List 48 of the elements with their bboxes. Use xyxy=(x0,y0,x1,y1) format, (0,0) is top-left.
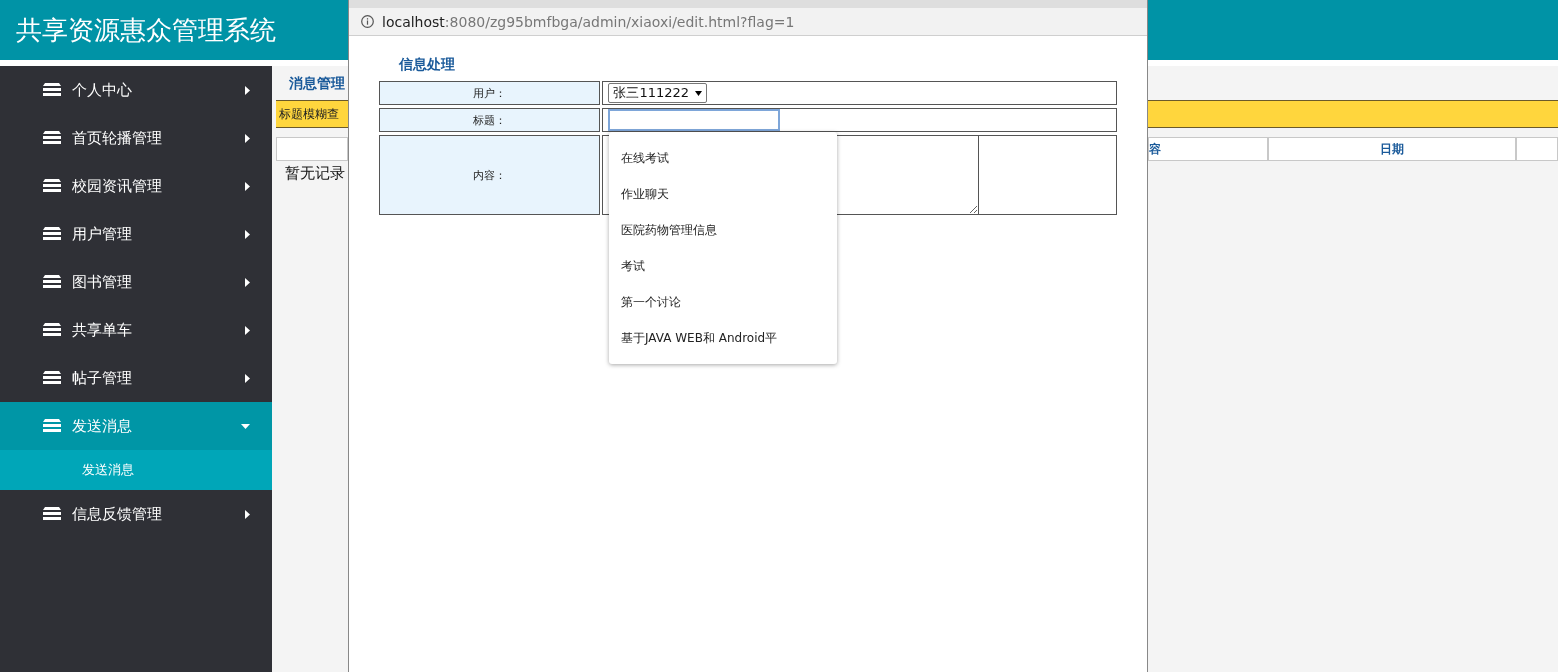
autocomplete-option[interactable]: 在线考试 xyxy=(609,140,837,176)
sidebar-item[interactable]: 共享单车 xyxy=(0,306,272,354)
caret-right-icon xyxy=(245,325,250,335)
caret-right-icon xyxy=(245,85,250,95)
form-heading: 信息处理 xyxy=(398,56,456,74)
stack-icon xyxy=(42,507,62,521)
stack-icon xyxy=(42,227,62,241)
field-label: 用户： xyxy=(379,81,601,105)
autocomplete-option[interactable]: 基于JAVA WEB和 Android平 xyxy=(609,320,837,356)
sidebar-item[interactable]: 信息反馈管理 xyxy=(0,490,272,538)
caret-right-icon xyxy=(245,133,250,143)
sidebar-item[interactable]: 个人中心 xyxy=(0,66,272,114)
caret-right-icon xyxy=(245,229,250,239)
autocomplete-option[interactable]: 考试 xyxy=(609,248,837,284)
sidebar-item[interactable]: 校园资讯管理 xyxy=(0,162,272,210)
sidebar-item[interactable]: 首页轮播管理 xyxy=(0,114,272,162)
info-icon xyxy=(361,15,374,28)
autocomplete-option[interactable]: 第一个讨论 xyxy=(609,284,837,320)
field-label: 标题： xyxy=(379,108,601,132)
section-title: 消息管理 xyxy=(288,74,345,93)
search-label: 标题模糊查 xyxy=(279,105,339,123)
stack-icon xyxy=(42,275,62,289)
url-text: localhost:8080/zg95bmfbga/admin/xiaoxi/edit.html?flag=1 xyxy=(382,13,795,30)
caret-down-icon xyxy=(241,423,250,429)
user-select[interactable]: 张三111222 xyxy=(608,83,708,103)
stack-icon xyxy=(42,83,62,97)
caret-right-icon xyxy=(245,509,250,519)
column-header: 日期 xyxy=(1268,137,1516,161)
sidebar-item[interactable]: 图书管理 xyxy=(0,258,272,306)
autocomplete-option[interactable]: 作业聊天 xyxy=(609,176,837,212)
caret-right-icon xyxy=(245,181,250,191)
stack-icon xyxy=(42,131,62,145)
autocomplete-option[interactable]: 医院药物管理信息 xyxy=(609,212,837,248)
title-input[interactable] xyxy=(608,109,781,131)
stack-icon xyxy=(42,179,62,193)
field-label: 内容： xyxy=(379,135,601,215)
caret-down-icon xyxy=(695,90,703,96)
stack-icon xyxy=(42,419,62,433)
column-header: 容 xyxy=(1148,137,1268,161)
sidebar-item[interactable]: 用户管理 xyxy=(0,210,272,258)
stack-icon xyxy=(42,323,62,337)
empty-message: 暂无记录 xyxy=(284,163,345,183)
caret-right-icon xyxy=(245,373,250,383)
stack-icon xyxy=(42,371,62,385)
sidebar-item[interactable]: 帖子管理 xyxy=(0,354,272,402)
sidebar-item[interactable]: 发送消息 xyxy=(0,402,272,450)
caret-right-icon xyxy=(245,277,250,287)
app-title: 共享资源惠众管理系统 xyxy=(16,13,276,47)
